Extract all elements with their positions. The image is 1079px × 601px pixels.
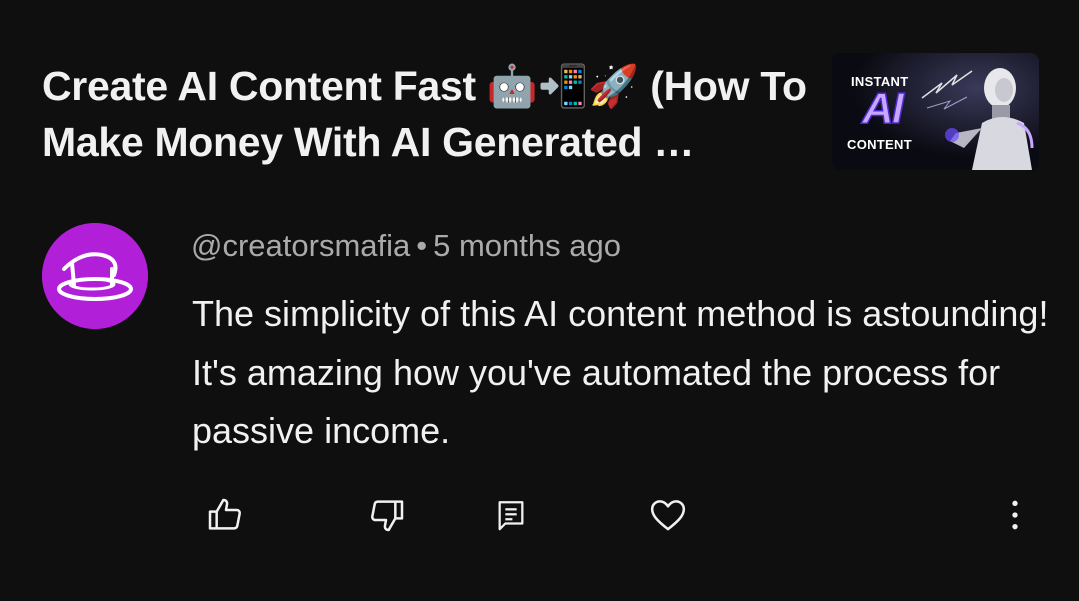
comment-meta: @creatorsmafia • 5 months ago <box>191 226 621 266</box>
reply-comment-icon <box>498 501 524 531</box>
comment-timestamp: 5 months ago <box>433 228 621 263</box>
like-button[interactable] <box>200 490 250 540</box>
heart-icon <box>650 500 686 531</box>
avatar[interactable] <box>42 223 148 329</box>
comment-text: The simplicity of this AI content method… <box>192 293 1049 451</box>
thumb-up-icon <box>208 498 241 530</box>
meta-separator: • <box>416 228 428 263</box>
hat-logo-icon <box>42 223 148 329</box>
video-thumbnail[interactable]: INSTANT AI CONTENT <box>832 53 1039 170</box>
video-title[interactable]: Create AI Content Fast 🤖📲🚀 (How To Make … <box>42 58 812 170</box>
thumbnail-bottom-text: CONTENT <box>847 137 912 152</box>
more-options-button[interactable] <box>990 490 1040 540</box>
heart-button[interactable] <box>643 490 693 540</box>
reply-button[interactable] <box>486 490 536 540</box>
comment-author[interactable]: @creatorsmafia <box>191 228 410 263</box>
dislike-button[interactable] <box>362 490 412 540</box>
thumb-down-icon <box>371 500 404 532</box>
more-vertical-icon <box>1012 500 1018 530</box>
thumbnail-big-text: AI <box>861 83 905 134</box>
video-header: Create AI Content Fast 🤖📲🚀 (How To Make … <box>0 0 1079 200</box>
